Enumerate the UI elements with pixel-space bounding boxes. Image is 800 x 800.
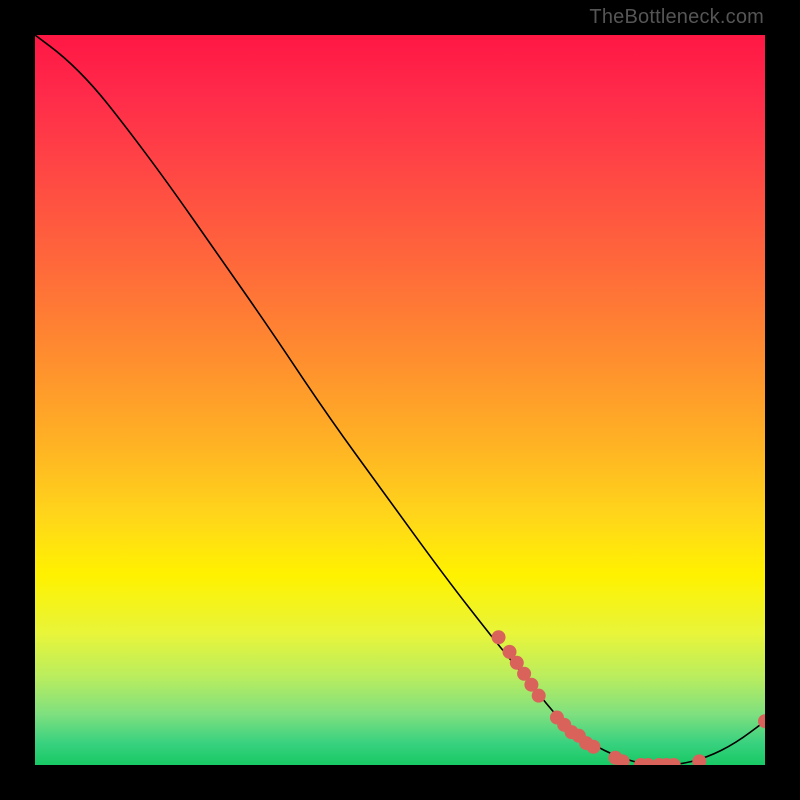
series-curve (35, 35, 765, 765)
chart-svg (35, 35, 765, 765)
marker-dot (692, 754, 706, 765)
plot-area (35, 35, 765, 765)
watermark-text: TheBottleneck.com (589, 6, 764, 29)
marker-dot (532, 689, 546, 703)
marker-dots (492, 630, 765, 765)
marker-dot (586, 740, 600, 754)
marker-dot (492, 630, 506, 644)
chart-frame: TheBottleneck.com (0, 0, 800, 800)
